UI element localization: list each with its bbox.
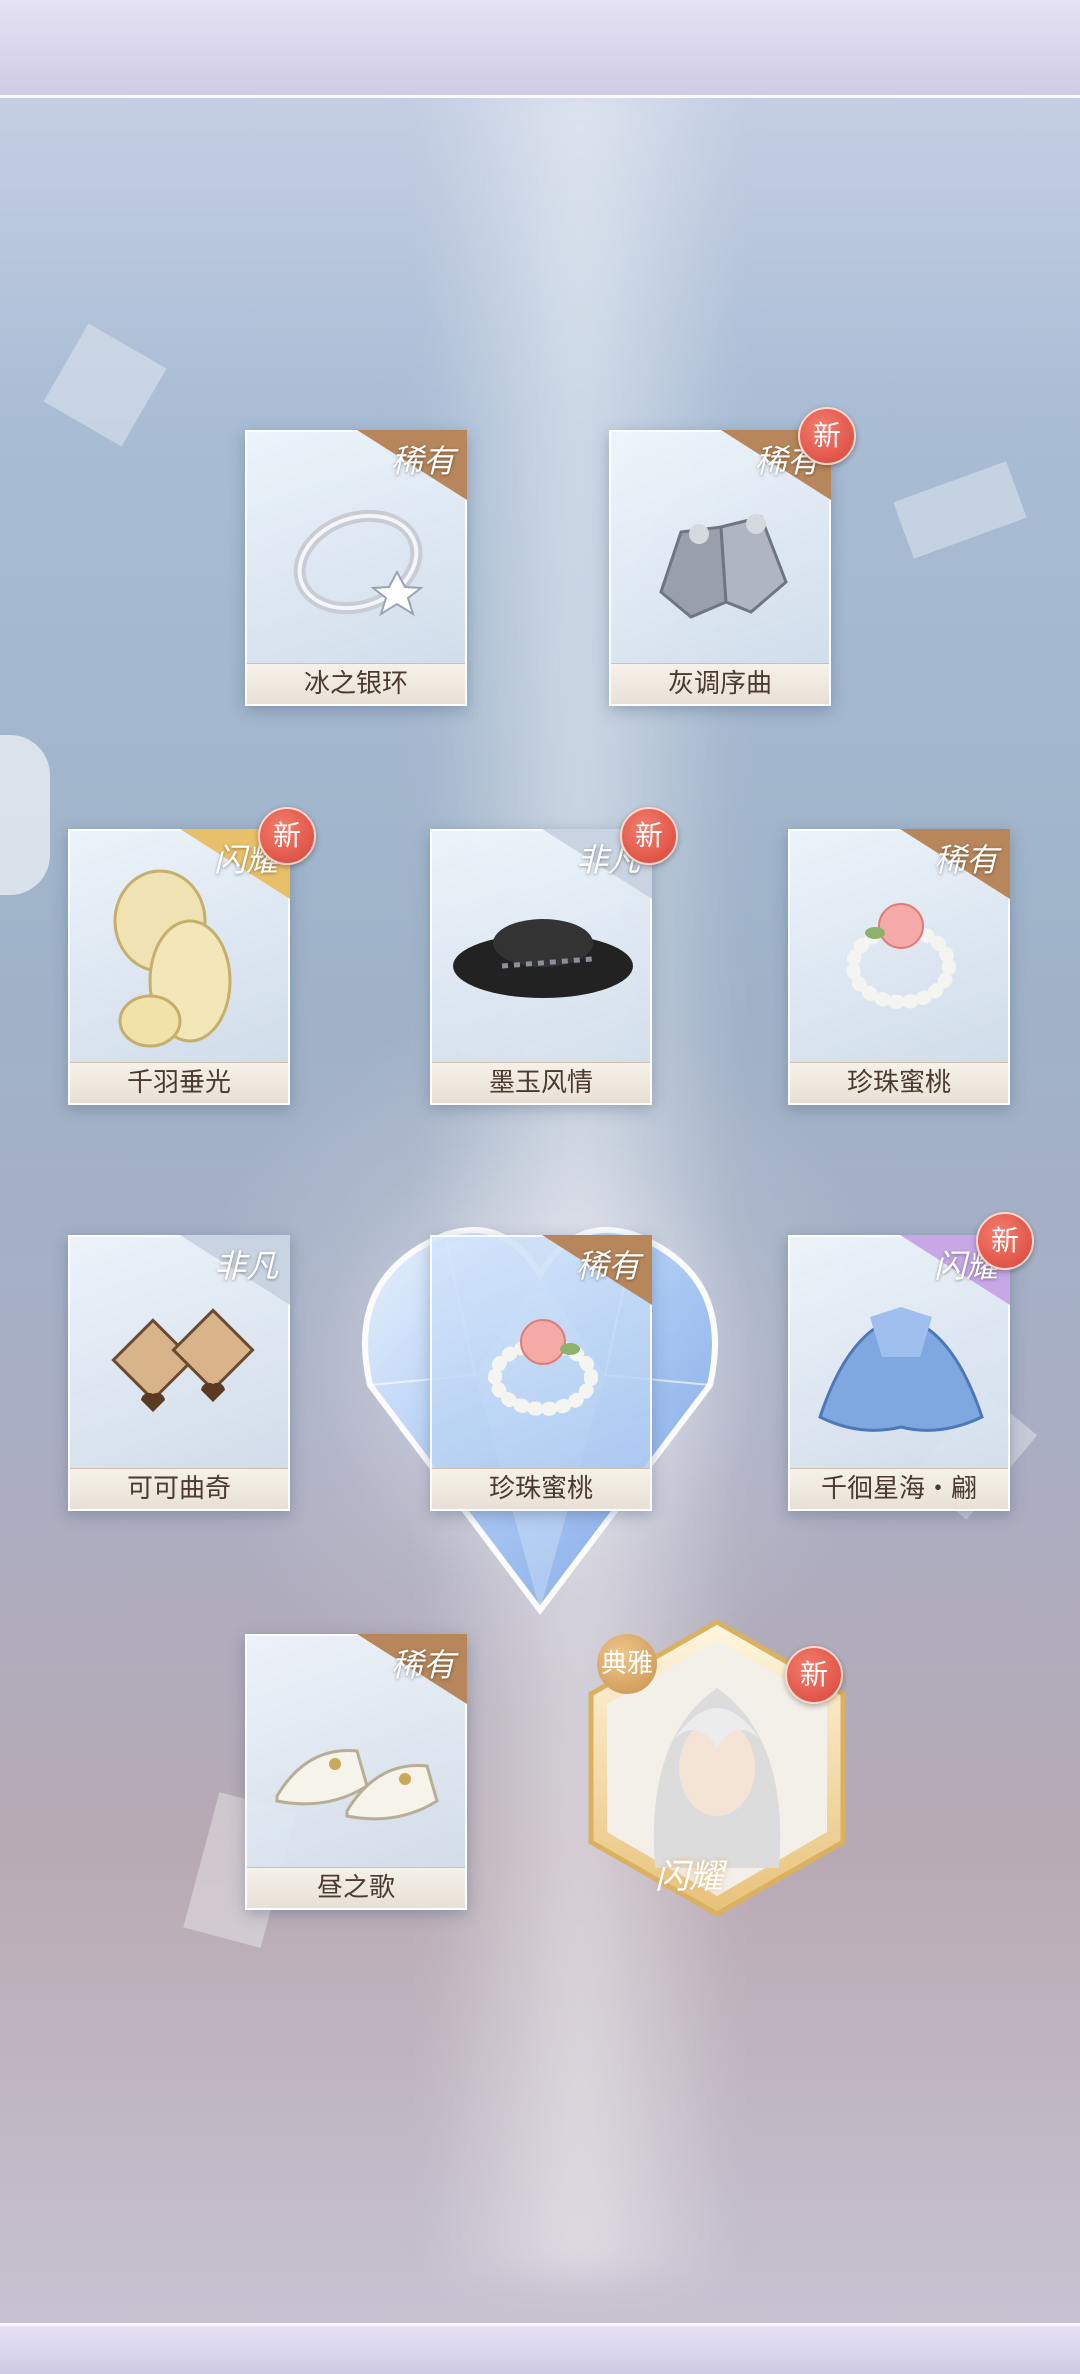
reward-card[interactable]: 稀有 灰调序曲 — [609, 430, 831, 706]
item-name: 珍珠蜜桃 — [432, 1468, 650, 1509]
silver-ring-icon — [247, 432, 465, 666]
item-name: 珍珠蜜桃 — [790, 1062, 1008, 1103]
new-badge: 新 — [258, 807, 316, 865]
reward-card[interactable]: 稀有 珍珠蜜桃 — [788, 829, 1010, 1105]
item-name: 灰调序曲 — [611, 663, 829, 704]
cookie-earrings-icon — [70, 1237, 288, 1471]
tier-label: 闪耀 — [655, 1857, 723, 1897]
reward-card[interactable]: 闪耀 千羽垂光 — [68, 829, 290, 1105]
top-frame-bar — [0, 0, 1080, 98]
item-name: 千徊星海・翩 — [790, 1468, 1008, 1509]
crystal-shard — [893, 461, 1027, 559]
rarity-label: 典雅 — [597, 1634, 657, 1694]
reward-card[interactable]: 闪耀 千徊星海・翩 — [788, 1235, 1010, 1511]
reward-card[interactable]: 稀有 冰之银环 — [245, 430, 467, 706]
bottom-frame-bar — [0, 2323, 1080, 2374]
white-shoes-icon — [247, 1636, 465, 1870]
reward-card[interactable]: 稀有 珍珠蜜桃 — [430, 1235, 652, 1511]
new-badge: 新 — [976, 1212, 1034, 1270]
pearl-bracelet-icon — [432, 1237, 650, 1471]
black-hat-icon — [432, 831, 650, 1065]
left-edge-tab[interactable] — [0, 735, 50, 895]
reward-card[interactable]: 稀有 昼之歌 — [245, 1634, 467, 1910]
blue-dress-icon — [790, 1237, 1008, 1471]
reward-card[interactable]: 非凡 墨玉风情 — [430, 829, 652, 1105]
item-name: 墨玉风情 — [432, 1062, 650, 1103]
item-name: 千羽垂光 — [70, 1062, 288, 1103]
reward-card[interactable]: 非凡 可可曲奇 — [68, 1235, 290, 1511]
item-name: 昼之歌 — [247, 1867, 465, 1908]
gray-gloves-icon — [611, 432, 829, 666]
new-badge: 新 — [785, 1646, 843, 1704]
new-badge: 新 — [798, 407, 856, 465]
crystal-shard — [43, 323, 167, 447]
feather-hairpiece-icon — [70, 831, 288, 1065]
item-name: 可可曲奇 — [70, 1468, 288, 1509]
new-badge: 新 — [620, 807, 678, 865]
pearl-bracelet-icon — [790, 831, 1008, 1065]
item-name: 冰之银环 — [247, 663, 465, 704]
